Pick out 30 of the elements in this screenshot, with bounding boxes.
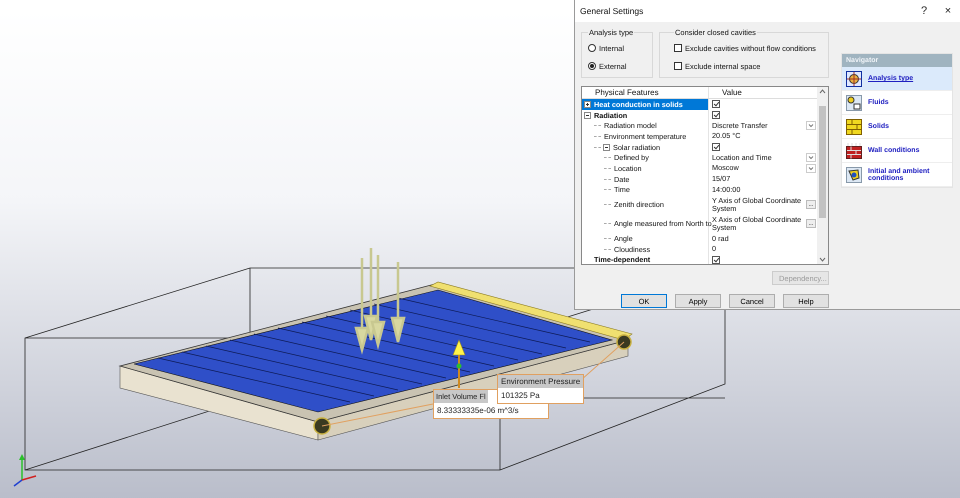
scrollbar[interactable] (817, 87, 828, 264)
checkbox[interactable] (674, 62, 682, 70)
axis-triad-icon (14, 454, 36, 487)
wall-icon (846, 142, 862, 158)
checkbox[interactable] (712, 143, 720, 152)
brick-icon (846, 118, 862, 134)
checkbox[interactable] (712, 256, 720, 264)
help-button[interactable]: ? (912, 2, 936, 20)
expander-icon[interactable] (584, 112, 591, 119)
callout-title: Environment Pressure (498, 375, 584, 388)
expander-icon[interactable] (584, 100, 591, 108)
column-header: Physical Features (582, 87, 709, 98)
radio-button[interactable] (588, 62, 596, 70)
chevron-down-icon[interactable] (806, 121, 816, 130)
expander-icon[interactable] (603, 144, 610, 151)
callout-value: 101325 Pa (500, 390, 541, 402)
scroll-up-icon[interactable] (818, 87, 827, 96)
dialog-title: General Settings (580, 6, 644, 16)
callout-value: 8.33333335e-06 m^3/s (436, 405, 520, 417)
close-button[interactable]: × (936, 2, 960, 20)
checkbox[interactable] (712, 100, 720, 108)
checkbox[interactable] (712, 111, 720, 120)
scroll-down-icon[interactable] (818, 255, 827, 264)
chevron-down-icon[interactable] (806, 164, 816, 173)
crosshair-icon (846, 70, 862, 86)
checkbox[interactable] (674, 44, 682, 52)
flow-arrow-drawing (452, 339, 466, 388)
column-header: Value (721, 87, 742, 98)
radio-button[interactable] (588, 44, 596, 52)
chevron-down-icon[interactable] (806, 153, 816, 162)
